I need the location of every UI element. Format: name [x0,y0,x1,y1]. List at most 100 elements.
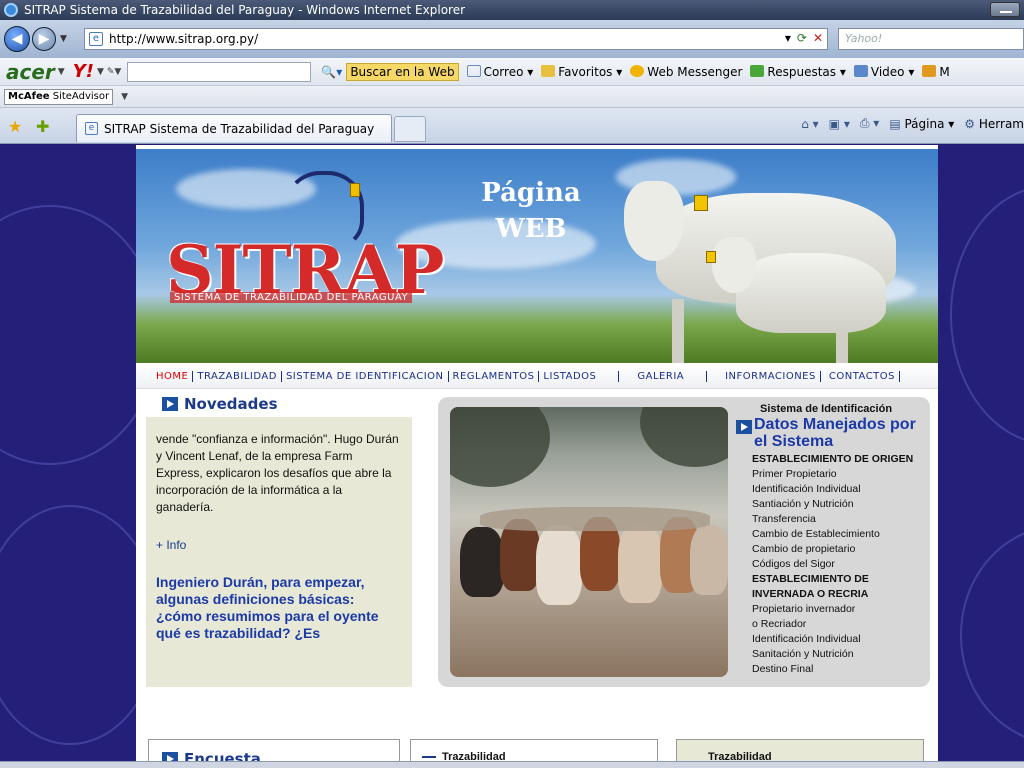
menu-contactos[interactable]: CONTACTOS [825,371,900,382]
buscar-button[interactable]: Buscar en la Web [346,62,459,81]
page-menu[interactable]: ▤ Página ▾ [889,117,954,131]
print-icon[interactable]: ⎙ ▾ [860,116,879,131]
tree [640,407,728,467]
datos-box: Sistema de Identificación Datos Manejado… [438,397,930,687]
tab-sitrap[interactable]: e SITRAP Sistema de Trazabilidad del Par… [76,114,392,142]
calf-ear-tag [706,251,716,263]
cow-head [624,181,684,261]
toolbar-search-field[interactable] [127,61,312,82]
menu-home[interactable]: HOME [152,371,194,382]
menu-trazabilidad[interactable]: TRAZABILIDAD [193,371,282,382]
stop-icon[interactable]: ✕ [813,31,823,45]
address-input[interactable]: e http://www.sitrap.org.py/ ▾ ⟳ ✕ [84,28,828,50]
menu-reglamentos[interactable]: REGLAMENTOS [449,371,540,382]
new-tab-button[interactable] [394,116,426,142]
yahoo-dropdown-icon[interactable]: ▼ [97,67,104,77]
page-viewport: SITRAP SISTEMA DE TRAZABILIDAD DEL PARAG… [0,145,1024,768]
page-icon: e [85,122,98,135]
url-dropdown-icon[interactable]: ▾ [785,31,791,45]
datos-list-item: Cambio de Establecimiento [752,528,880,540]
datos-list: ESTABLECIMIENTO DE ORIGEN Primer Propieta… [736,452,926,677]
cow-ear-tag [694,195,708,211]
acer-dropdown-icon[interactable]: ▼ [58,67,65,77]
datos-list-item: Identificación Individual [752,483,861,495]
mail-icon [466,64,481,77]
cow-leg [672,299,684,363]
arrow-icon [736,420,752,434]
datos-column: Sistema de Identificación Datos Manejado… [736,403,926,677]
news-headline[interactable]: Ingeniero Durán, para empezar, algunas d… [156,574,402,642]
datos-list-header: ESTABLECIMIENTO DE ORIGEN [752,453,914,465]
answers-icon [750,64,765,77]
background-swirl [960,525,1024,745]
datos-kicker: Sistema de Identificación [760,403,893,415]
toolbar-item-video[interactable]: Video ▾ [853,64,914,79]
menu-galeria[interactable]: GALERIA [633,371,708,382]
calf [618,523,662,603]
home-icon[interactable]: ⌂ ▾ [801,117,818,131]
forward-button[interactable]: ▶ [32,27,56,51]
mcafee-dropdown-icon[interactable]: ▼ [121,92,128,102]
calf-head [712,237,756,293]
calf [690,525,728,595]
calf-image [736,253,886,333]
datos-list-item: Propietario invernador [752,603,856,615]
more-info-link[interactable]: + Info [156,538,402,552]
page-icon: e [89,32,103,46]
datos-list-item: Identificación Individual [752,633,861,645]
menu-sistema-identificacion[interactable]: SISTEMA DE IDENTIFICACION [282,371,449,382]
header-banner: SITRAP SISTEMA DE TRAZABILIDAD DEL PARAG… [136,149,938,363]
news-text: vende "confianza e información". Hugo Du… [156,432,399,514]
arrow-icon [162,397,178,411]
refresh-icon[interactable]: ⟳ [797,31,807,45]
yahoo-logo[interactable]: Y! [73,61,94,82]
search-input[interactable]: Yahoo! [838,28,1024,50]
tools-menu[interactable]: ⚙ Herram [964,117,1024,131]
line-icon [422,756,436,759]
status-bar [0,761,1024,768]
datos-list-item: o Recriador [752,618,807,630]
feeds-icon[interactable]: ▣ ▾ [829,117,850,131]
background-swirl [950,185,1024,445]
command-bar: ⌂ ▾ ▣ ▾ ⎙ ▾ ▤ Página ▾ ⚙ Herram [801,116,1024,131]
toolbar-item-more[interactable]: M [922,64,950,79]
pencil-icon[interactable]: ✎▼ [107,67,121,77]
menu-listados[interactable]: LISTADOS [539,371,620,382]
logo-ear-tag [350,183,360,197]
favorites-star-icon[interactable]: ★ [8,117,22,136]
datos-title[interactable]: Datos Manejados por el Sistema [736,416,926,450]
gear-icon: ⚙ [964,116,976,131]
cattle-photo [450,407,728,677]
news-box: vende "confianza e información". Hugo Du… [146,417,412,687]
toolbar-item-messenger[interactable]: Web Messenger [630,64,742,79]
video-icon [853,64,868,77]
music-icon [922,64,937,77]
window-title: SITRAP Sistema de Trazabilidad del Parag… [24,3,466,17]
acer-logo[interactable]: acer [6,60,55,84]
datos-list-header: ESTABLECIMIENTO DE [752,573,869,585]
datos-list-item: Cambio de propietario [752,543,856,555]
ie-icon [4,3,18,17]
minimize-button[interactable] [990,2,1020,17]
url-text: http://www.sitrap.org.py/ [109,32,259,46]
herd-back [480,507,710,531]
menu-informaciones[interactable]: INFORMACIONES [721,371,821,382]
datos-list-item: Transferencia [752,513,816,525]
add-favorite-icon[interactable]: ✚ [36,117,49,136]
favorites-icon [541,64,556,77]
banner-overlay-text: Página WEB [481,178,581,244]
calf [460,527,504,597]
yahoo-toolbar: acer ▼ Y! ▼ ✎▼ 🔍▾ Buscar en la Web Corre… [0,58,1024,86]
mcafee-siteadvisor-button[interactable]: McAfee SiteAdvisor [4,88,114,105]
address-bar-row: ◀ ▶ ▼ e http://www.sitrap.org.py/ ▾ ⟳ ✕ … [0,20,1024,58]
site-container: SITRAP SISTEMA DE TRAZABILIDAD DEL PARAG… [136,145,938,768]
datos-list-item: Códigos del Sigor [752,558,835,570]
tree [450,407,550,487]
mcafee-toolbar: McAfee SiteAdvisor ▼ [0,86,1024,108]
search-icon[interactable]: 🔍▾ [321,65,342,79]
toolbar-item-correo[interactable]: Correo ▾ [466,64,533,79]
back-button[interactable]: ◀ [4,26,30,52]
history-dropdown-icon[interactable]: ▼ [60,34,67,44]
toolbar-item-favoritos[interactable]: Favoritos ▾ [541,64,622,79]
toolbar-item-respuestas[interactable]: Respuestas ▾ [750,64,846,79]
